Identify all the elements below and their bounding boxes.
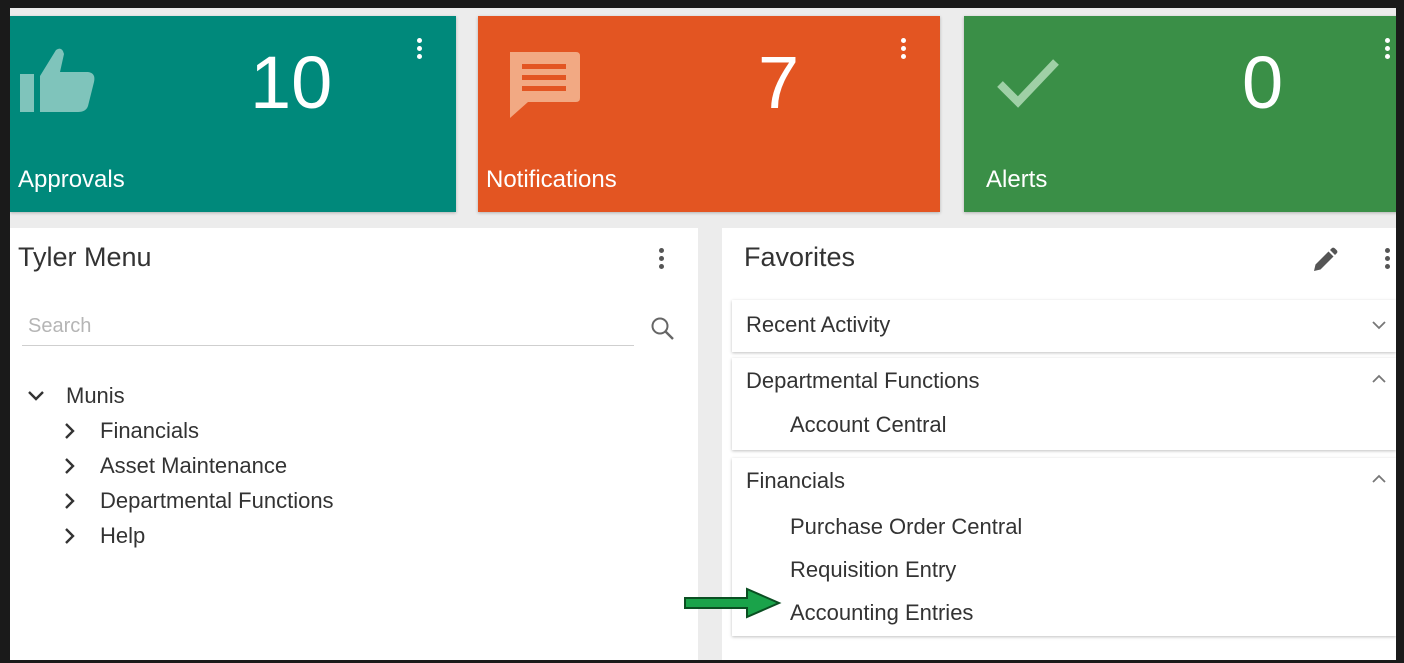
favorite-item-requisition-entry[interactable]: Requisition Entry xyxy=(790,557,956,583)
chevron-up-icon[interactable] xyxy=(1368,468,1390,490)
tyler-menu-title: Tyler Menu xyxy=(18,242,152,272)
tyler-menu-panel: Tyler Menu Munis xyxy=(10,228,698,660)
approvals-menu-button[interactable] xyxy=(412,38,426,66)
group-header[interactable]: Financials xyxy=(746,468,845,494)
tree-item-label: Departmental Functions xyxy=(100,487,334,513)
frame-border xyxy=(0,0,10,663)
favorite-item-purchase-order-central[interactable]: Purchase Order Central xyxy=(790,514,1022,540)
group-header[interactable]: Departmental Functions xyxy=(746,368,980,394)
notifications-count: 7 xyxy=(758,41,800,124)
tree-item-financials[interactable]: Financials xyxy=(24,413,334,448)
screenshot-frame: 10 Approvals 7 Notifications 0 Alerts Ty… xyxy=(0,0,1404,663)
favorites-title: Favorites xyxy=(744,242,856,272)
approvals-count: 10 xyxy=(250,41,333,124)
favorites-options-button[interactable] xyxy=(1380,248,1394,274)
favorite-item-account-central[interactable]: Account Central xyxy=(790,412,947,438)
chevron-up-icon[interactable] xyxy=(1368,368,1390,390)
frame-border xyxy=(1396,0,1404,663)
alerts-menu-button[interactable] xyxy=(1380,38,1394,66)
pointer-arrow-icon xyxy=(683,587,783,619)
approvals-tile[interactable]: 10 Approvals xyxy=(10,16,456,212)
notifications-tile[interactable]: 7 Notifications xyxy=(478,16,940,212)
group-header[interactable]: Recent Activity xyxy=(746,312,890,338)
tyler-menu-options-button[interactable] xyxy=(654,248,668,274)
favorites-group-recent-activity: Recent Activity xyxy=(732,300,1396,352)
tree-item-label: Help xyxy=(100,522,146,548)
favorites-panel: Favorites Recent Activity Departmental F… xyxy=(722,228,1396,660)
check-icon xyxy=(994,52,1064,117)
chevron-down-icon xyxy=(24,384,48,408)
favorites-group-departmental-functions: Departmental Functions Account Central xyxy=(732,358,1396,450)
notifications-label: Notifications xyxy=(486,166,617,193)
search-icon[interactable] xyxy=(650,316,676,342)
frame-border xyxy=(0,0,1404,8)
tree-item-label: Financials xyxy=(100,417,200,443)
chevron-right-icon xyxy=(58,489,82,513)
tree-item-asset-maintenance[interactable]: Asset Maintenance xyxy=(24,448,334,483)
search-input[interactable] xyxy=(22,308,634,345)
chevron-right-icon xyxy=(58,454,82,478)
menu-tree: Munis Financials Asset Maintenance Depar… xyxy=(24,378,334,553)
tree-item-departmental-functions[interactable]: Departmental Functions xyxy=(24,483,334,518)
tree-item-help[interactable]: Help xyxy=(24,518,334,553)
favorites-group-financials: Financials Purchase Order Central Requis… xyxy=(732,458,1396,636)
chevron-right-icon xyxy=(58,419,82,443)
tree-item-label: Asset Maintenance xyxy=(100,452,288,478)
favorite-item-accounting-entries[interactable]: Accounting Entries xyxy=(790,600,973,626)
thumbs-up-icon xyxy=(18,40,102,129)
tree-item-label: Munis xyxy=(66,382,125,408)
pencil-icon[interactable] xyxy=(1309,246,1339,276)
chevron-right-icon xyxy=(58,524,82,548)
alerts-tile[interactable]: 0 Alerts xyxy=(964,16,1396,212)
dashboard: 10 Approvals 7 Notifications 0 Alerts Ty… xyxy=(10,8,1396,660)
chevron-down-icon[interactable] xyxy=(1368,314,1390,336)
alerts-count: 0 xyxy=(1242,41,1284,124)
message-icon xyxy=(504,46,584,131)
tree-item-munis[interactable]: Munis xyxy=(24,378,334,413)
search-field xyxy=(22,308,634,346)
alerts-label: Alerts xyxy=(986,166,1048,193)
notifications-menu-button[interactable] xyxy=(896,38,910,66)
approvals-label: Approvals xyxy=(18,166,125,193)
